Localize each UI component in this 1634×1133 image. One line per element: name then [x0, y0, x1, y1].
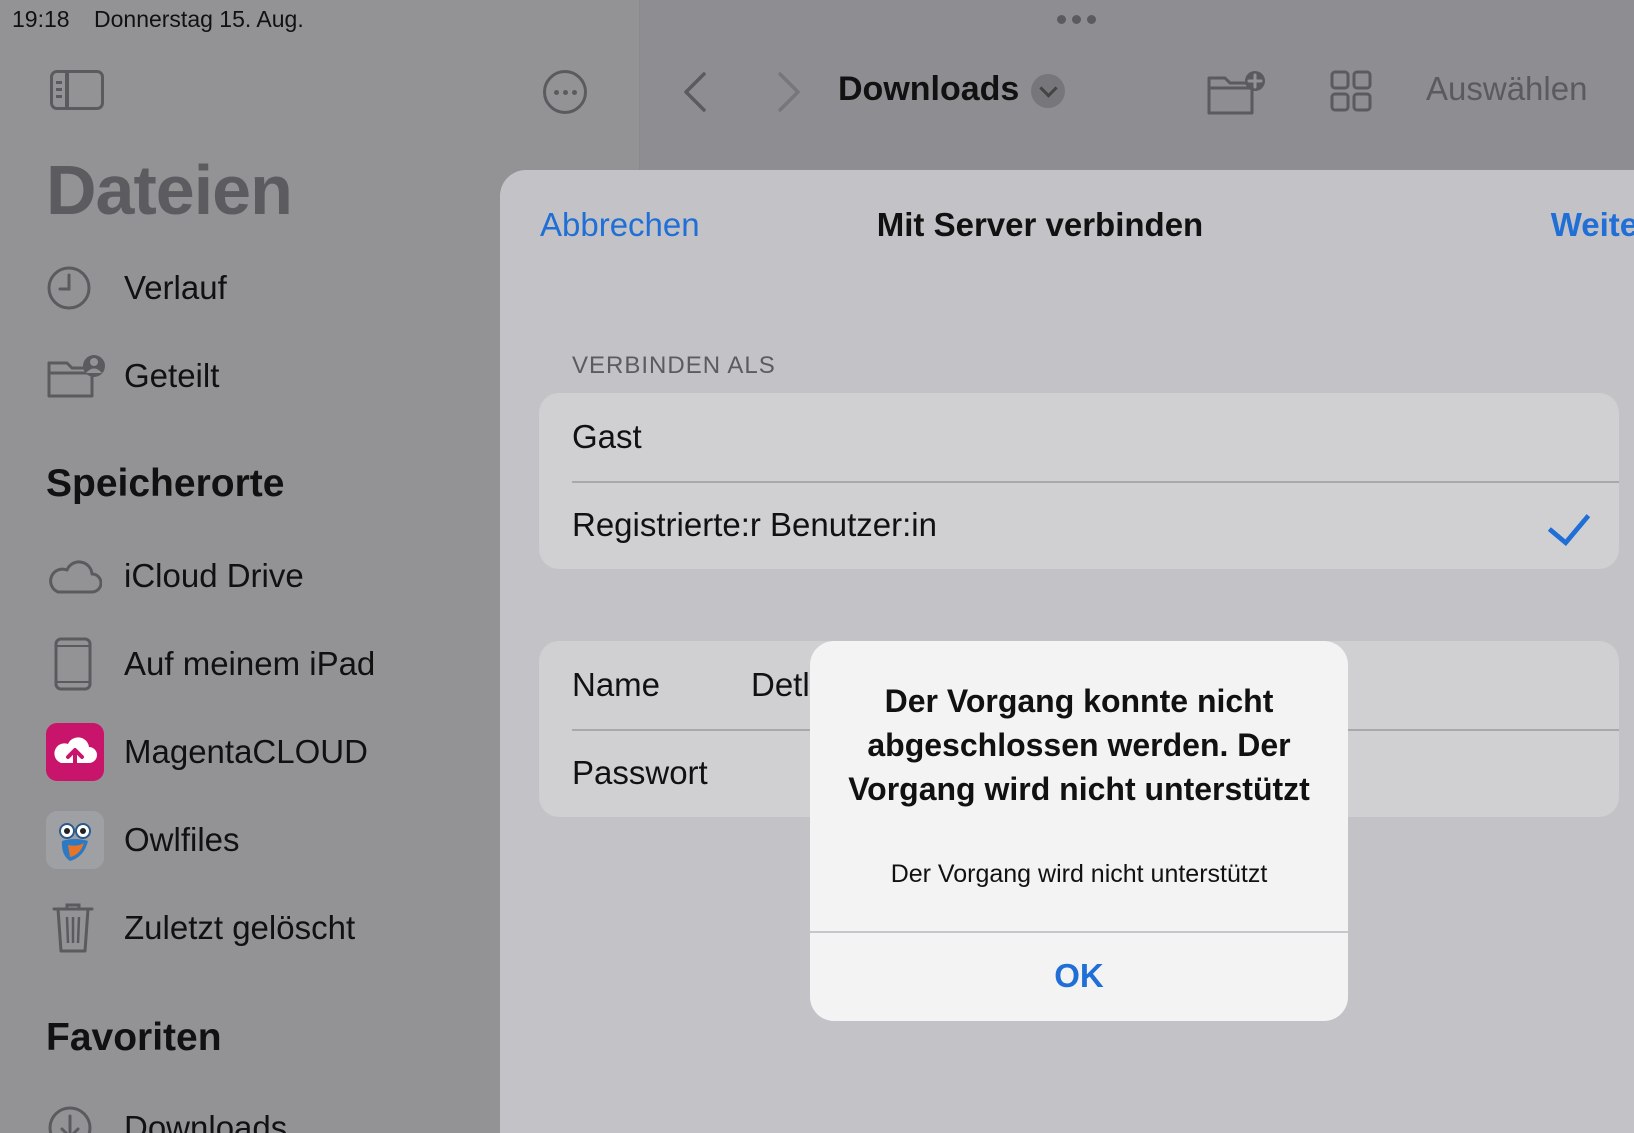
cloud-icon [46, 548, 106, 604]
sidebar-item-label: Verlauf [124, 269, 227, 306]
alert-message: Der Vorgang wird nicht unterstützt [890, 860, 1268, 888]
status-time: 19:18 [12, 6, 70, 32]
ok-button[interactable]: OK [810, 931, 1348, 1021]
grid-view-icon[interactable] [1330, 70, 1372, 117]
select-button[interactable]: Auswählen [1426, 70, 1587, 108]
back-chevron-icon[interactable] [680, 70, 708, 117]
sidebar-item-label: Auf meinem iPad [124, 645, 376, 682]
next-button[interactable]: Weiter [1551, 206, 1634, 244]
sidebar-item-label: MagentaCLOUD [124, 733, 368, 770]
sidebar-item-label: Zuletzt gelöscht [124, 909, 356, 946]
option-label: Gast [572, 418, 642, 455]
field-label-name: Name [572, 666, 661, 703]
magentacloud-icon [46, 723, 106, 781]
checkmark-icon [1547, 501, 1591, 547]
clock-icon [46, 260, 106, 316]
alert-title: Der Vorgang konnte nicht abgeschlossen w… [848, 683, 1310, 807]
status-date: Donnerstag 15. Aug. [94, 6, 304, 32]
sidebar-toggle-icon[interactable] [50, 70, 104, 110]
owlfiles-icon [46, 811, 106, 869]
forward-chevron-icon[interactable] [776, 70, 804, 117]
ipad-icon [46, 636, 106, 692]
sidebar-item-label: iCloud Drive [124, 557, 304, 594]
connect-as-group: Gast Registrierte:r Benutzer:in [539, 393, 1619, 569]
multitasking-grabber[interactable] [1057, 15, 1096, 24]
section-label-connect-as: VERBINDEN ALS [572, 352, 776, 379]
sheet-title: Mit Server verbinden [876, 206, 1204, 243]
name-field[interactable]: Detl [751, 666, 810, 704]
chevron-down-icon[interactable] [1031, 74, 1065, 108]
section-header-favorites: Favoriten [46, 1016, 222, 1059]
option-guest[interactable]: Gast [539, 393, 1619, 481]
trash-icon [46, 900, 106, 956]
option-registered-user[interactable]: Registrierte:r Benutzer:in [539, 481, 1619, 569]
field-label-password: Passwort [572, 754, 708, 791]
error-alert: Der Vorgang konnte nicht abgeschlossen w… [810, 641, 1348, 1021]
download-icon [46, 1100, 106, 1133]
more-options-icon[interactable] [543, 70, 587, 114]
new-folder-icon[interactable] [1206, 70, 1268, 121]
page-title: Dateien [46, 151, 293, 229]
option-label: Registrierte:r Benutzer:in [572, 506, 937, 543]
sidebar-item-label: Geteilt [124, 357, 220, 394]
sidebar-item-label: Owlfiles [124, 821, 240, 858]
sidebar-item-label: Downloads [124, 1109, 288, 1133]
section-header-locations: Speicherorte [46, 462, 285, 505]
folder-title: Downloads [838, 70, 1020, 108]
shared-folder-icon [46, 348, 106, 404]
